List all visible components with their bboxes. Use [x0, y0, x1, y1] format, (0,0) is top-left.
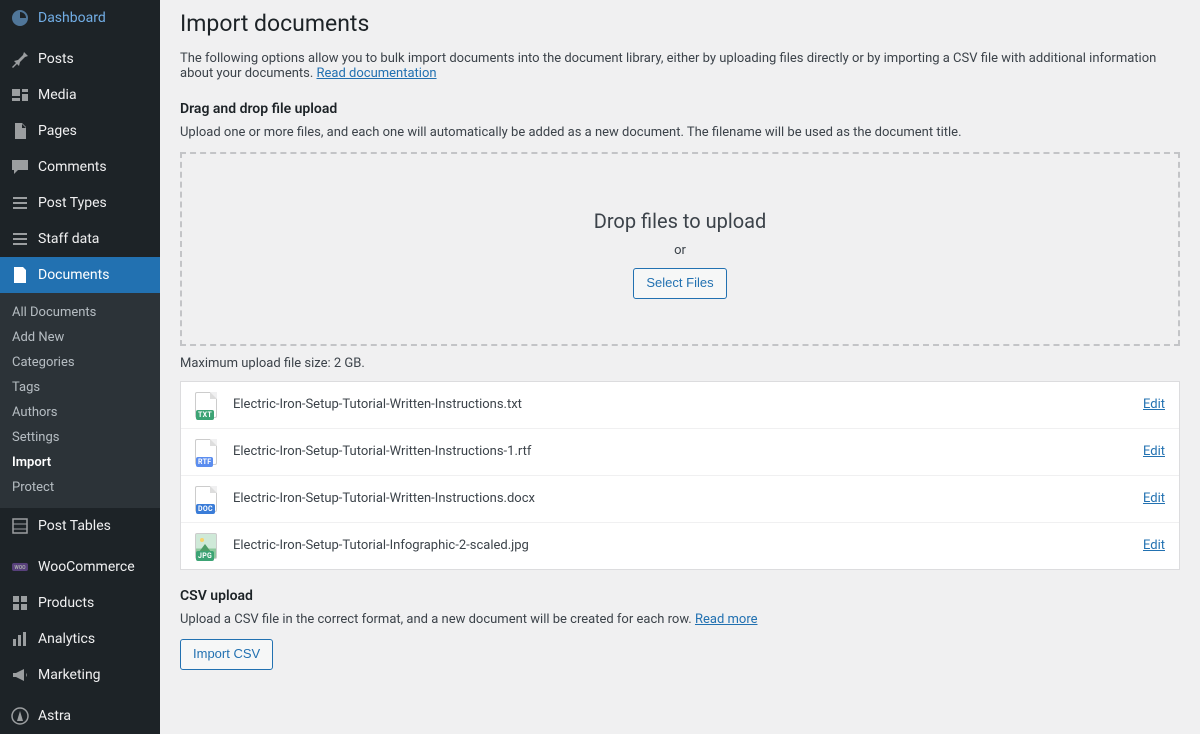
select-files-button[interactable]: Select Files: [633, 268, 726, 299]
file-name: Electric-Iron-Setup-Tutorial-Written-Ins…: [233, 444, 1143, 459]
woo-icon: WOO: [10, 557, 30, 577]
sidebar-item-label: Dashboard: [38, 10, 106, 26]
sidebar-item-label: Post Types: [38, 195, 107, 211]
file-txt-icon: TXT: [195, 392, 219, 418]
drag-drop-help: Upload one or more files, and each one w…: [180, 125, 1180, 140]
table-icon: [10, 516, 30, 536]
sidebar-item-pages[interactable]: Pages: [0, 113, 160, 149]
sidebar-item-documents[interactable]: Documents: [0, 257, 160, 293]
csv-upload-heading: CSV upload: [180, 588, 1180, 604]
uploaded-files-list: TXT Electric-Iron-Setup-Tutorial-Written…: [180, 381, 1180, 570]
sidebar-item-label: Posts: [38, 51, 74, 67]
dropzone-title: Drop files to upload: [182, 209, 1178, 233]
analytics-icon: [10, 629, 30, 649]
sidebar-item-label: Staff data: [38, 231, 99, 247]
sidebar-item-analytics[interactable]: Analytics: [0, 621, 160, 657]
list-icon: [10, 193, 30, 213]
file-jpg-icon: JPG: [195, 533, 219, 559]
sidebar-item-marketing[interactable]: Marketing: [0, 657, 160, 693]
sidebar-item-staff-data[interactable]: Staff data: [0, 221, 160, 257]
edit-file-link[interactable]: Edit: [1143, 538, 1165, 553]
sidebar-item-label: Astra: [38, 708, 71, 724]
sidebar-item-label: Products: [38, 595, 94, 611]
file-name: Electric-Iron-Setup-Tutorial-Written-Ins…: [233, 491, 1143, 506]
sidebar-item-label: Analytics: [38, 631, 95, 647]
document-icon: [10, 265, 30, 285]
sidebar-item-label: Comments: [38, 159, 107, 175]
drag-drop-heading: Drag and drop file upload: [180, 101, 1180, 117]
file-name: Electric-Iron-Setup-Tutorial-Infographic…: [233, 538, 1143, 553]
sidebar-item-label: WooCommerce: [38, 559, 135, 575]
file-dropzone[interactable]: Drop files to upload or Select Files: [180, 152, 1180, 346]
sidebar-item-comments[interactable]: Comments: [0, 149, 160, 185]
sidebar-item-products[interactable]: Products: [0, 585, 160, 621]
submenu-tags[interactable]: Tags: [0, 375, 160, 400]
submenu-all-documents[interactable]: All Documents: [0, 300, 160, 325]
submenu-authors[interactable]: Authors: [0, 400, 160, 425]
product-icon: [10, 593, 30, 613]
submenu-import[interactable]: Import: [0, 450, 160, 475]
page-title: Import documents: [180, 10, 1180, 37]
dashboard-icon: [10, 8, 30, 28]
file-row: JPG Electric-Iron-Setup-Tutorial-Infogra…: [181, 523, 1179, 569]
sidebar-item-post-tables[interactable]: Post Tables: [0, 508, 160, 544]
main-content: Import documents The following options a…: [160, 0, 1200, 734]
admin-sidebar: Dashboard Posts Media Pages Comments Pos…: [0, 0, 160, 734]
sidebar-item-label: Post Tables: [38, 518, 111, 534]
file-row: DOC Electric-Iron-Setup-Tutorial-Written…: [181, 476, 1179, 523]
page-icon: [10, 121, 30, 141]
read-more-link[interactable]: Read more: [695, 612, 758, 627]
list-icon: [10, 229, 30, 249]
submenu-add-new[interactable]: Add New: [0, 325, 160, 350]
dropzone-or: or: [182, 243, 1178, 258]
submenu-settings[interactable]: Settings: [0, 425, 160, 450]
file-row: TXT Electric-Iron-Setup-Tutorial-Written…: [181, 382, 1179, 429]
csv-upload-help: Upload a CSV file in the correct format,…: [180, 612, 1180, 627]
documents-submenu: All Documents Add New Categories Tags Au…: [0, 293, 160, 508]
megaphone-icon: [10, 665, 30, 685]
submenu-categories[interactable]: Categories: [0, 350, 160, 375]
edit-file-link[interactable]: Edit: [1143, 491, 1165, 506]
pin-icon: [10, 49, 30, 69]
file-name: Electric-Iron-Setup-Tutorial-Written-Ins…: [233, 397, 1143, 412]
file-doc-icon: DOC: [195, 486, 219, 512]
edit-file-link[interactable]: Edit: [1143, 444, 1165, 459]
media-icon: [10, 85, 30, 105]
file-rtf-icon: RTF: [195, 439, 219, 465]
svg-text:WOO: WOO: [14, 565, 26, 571]
max-upload-size: Maximum upload file size: 2 GB.: [180, 356, 1180, 371]
sidebar-item-label: Marketing: [38, 667, 101, 683]
comment-icon: [10, 157, 30, 177]
sidebar-item-label: Media: [38, 87, 77, 103]
submenu-protect[interactable]: Protect: [0, 475, 160, 500]
import-csv-button[interactable]: Import CSV: [180, 639, 273, 670]
sidebar-item-posts[interactable]: Posts: [0, 41, 160, 77]
intro-text: The following options allow you to bulk …: [180, 51, 1180, 81]
sidebar-item-woocommerce[interactable]: WOO WooCommerce: [0, 549, 160, 585]
sidebar-item-post-types[interactable]: Post Types: [0, 185, 160, 221]
sidebar-item-label: Pages: [38, 123, 77, 139]
astra-icon: [10, 706, 30, 726]
sidebar-item-label: Documents: [38, 267, 109, 283]
sidebar-item-astra[interactable]: Astra: [0, 698, 160, 734]
file-row: RTF Electric-Iron-Setup-Tutorial-Written…: [181, 429, 1179, 476]
sidebar-item-media[interactable]: Media: [0, 77, 160, 113]
edit-file-link[interactable]: Edit: [1143, 397, 1165, 412]
read-documentation-link[interactable]: Read documentation: [317, 66, 437, 81]
sidebar-item-dashboard[interactable]: Dashboard: [0, 0, 160, 36]
